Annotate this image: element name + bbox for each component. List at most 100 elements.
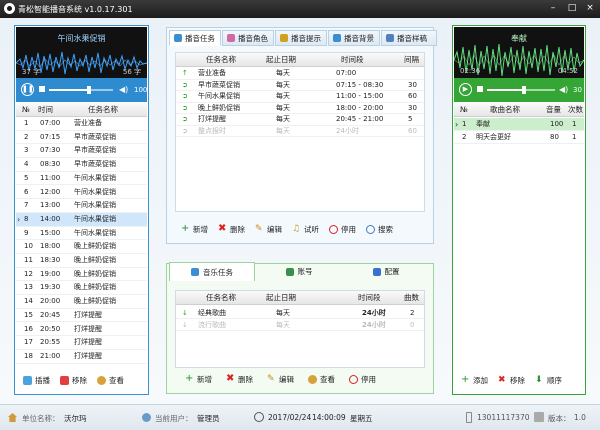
tab-icon: [386, 34, 394, 42]
schedule-row[interactable]: 11 18:30 晚上鲜奶促销: [16, 254, 147, 268]
tab-music-0[interactable]: 音乐任务: [169, 262, 255, 281]
schedule-row[interactable]: › 8 14:00 午间水果促销: [16, 212, 147, 227]
schedule-row[interactable]: 18 21:00 打烊提醒: [16, 350, 147, 364]
schedule-list: № 时间 任务名称 1 07:00 营业准备 2 07:15 早市蔬菜促销 3 07:30 早市…: [16, 103, 147, 366]
song-add-label: 添加: [473, 376, 488, 385]
tab-broadcast-2[interactable]: 播音提示: [275, 30, 327, 46]
schedule-row[interactable]: 7 13:00 午间水果促销: [16, 199, 147, 213]
tab-broadcast-0[interactable]: 播音任务: [169, 30, 221, 46]
play-icon[interactable]: ▶: [459, 83, 472, 96]
schedule-row[interactable]: 16 20:50 打烊提醒: [16, 323, 147, 337]
insert-button[interactable]: 插播: [23, 375, 50, 386]
arrow-down-icon: ↓: [182, 321, 188, 329]
row-time: 20:00: [40, 297, 61, 306]
stop-icon[interactable]: [39, 86, 45, 92]
song-remove-button[interactable]: ✖ 移除: [498, 375, 525, 386]
left-seek-handle[interactable]: [86, 86, 91, 94]
music-delete-button[interactable]: ✖ 删除: [226, 374, 253, 385]
music-row[interactable]: ↓ 流行歌曲 每天 24小时 0: [176, 319, 424, 331]
music-edit-button[interactable]: ✎ 编辑: [267, 374, 294, 385]
schedule-row[interactable]: 5 11:00 午间水果促销: [16, 172, 147, 186]
header-task-name: 任务名称: [206, 293, 236, 302]
broadcast-row[interactable]: ➲ 整点报时 每天 24小时 60: [176, 126, 424, 137]
song-row[interactable]: 2 明天会更好 80 1: [454, 131, 584, 144]
broadcast-search-button[interactable]: 搜索: [366, 224, 393, 235]
row-number: 4: [24, 160, 29, 169]
music-view-button[interactable]: 查看: [308, 374, 335, 385]
row-number: 15: [24, 310, 33, 319]
row-task-name: 打烊提醒: [74, 338, 102, 347]
tab-music-1[interactable]: 账号: [255, 262, 343, 281]
song-list: № 歌曲名称 音量 次数 › 1 奉献 100 1 2 明天会更好 80 1: [454, 103, 584, 366]
music-add-button[interactable]: + 新增: [185, 374, 212, 385]
schedule-row[interactable]: 1 07:00 营业准备: [16, 117, 147, 131]
stop-icon[interactable]: [477, 86, 483, 92]
broadcast-add-button[interactable]: + 新增: [181, 224, 208, 235]
tab-broadcast-4[interactable]: 播音样稿: [381, 30, 437, 46]
schedule-row[interactable]: 2 07:15 早市蔬菜促销: [16, 131, 147, 145]
tab-broadcast-3[interactable]: 播音背景: [328, 30, 380, 46]
pause-icon[interactable]: ❚❚: [21, 83, 34, 96]
broadcast-row[interactable]: ➲ 午间水果促销 每天 11:00 - 15:00 60: [176, 91, 424, 103]
row-interval: 5: [408, 115, 413, 123]
ear-icon: ♫: [292, 224, 301, 234]
delete-icon: ✖: [218, 223, 227, 234]
left-view-button[interactable]: 查看: [97, 375, 124, 386]
row-task-name: 打烊提醒: [74, 351, 102, 360]
row-task-name: 晚上鲜奶促销: [198, 103, 240, 112]
tab-broadcast-1[interactable]: 播音角色: [222, 30, 274, 46]
broadcast-disable-button[interactable]: 停用: [329, 224, 356, 235]
eye-icon: [308, 375, 317, 384]
song-row[interactable]: › 1 奉献 100 1: [454, 118, 584, 131]
minimize-button[interactable]: –: [546, 2, 560, 14]
broadcast-edit-button[interactable]: ✎ 编辑: [255, 224, 282, 235]
header-date: 起止日期: [266, 55, 296, 64]
right-seek-handle[interactable]: [521, 86, 526, 94]
tab-music-2[interactable]: 配置: [343, 262, 429, 281]
status-weekday: 星期五: [350, 414, 373, 423]
broadcast-row[interactable]: ➲ 打烊提醒 每天 20:45 - 21:00 5: [176, 114, 424, 126]
broadcast-delete-button[interactable]: ✖ 删除: [218, 224, 245, 235]
schedule-row[interactable]: 17 20:55 打烊提醒: [16, 336, 147, 350]
row-task-name: 早市蔬菜促销: [74, 160, 116, 169]
broadcast-row[interactable]: ↑ 营业准备 每天 07:00: [176, 68, 424, 80]
delete-icon: ✖: [226, 373, 235, 384]
status-icon: ➲: [182, 115, 188, 123]
row-time: 07:30: [40, 146, 61, 155]
schedule-row[interactable]: 9 15:00 午间水果促销: [16, 227, 147, 241]
volume-icon[interactable]: ◀): [119, 85, 128, 94]
schedule-row[interactable]: 13 19:30 晚上鲜奶促销: [16, 281, 147, 296]
app-title: 青松智能播音系统 v1.0.17.301: [18, 5, 133, 14]
row-task-name: 晚上鲜奶促销: [74, 283, 116, 292]
left-remove-button[interactable]: 移除: [60, 375, 87, 386]
status-icon: ➲: [182, 126, 188, 135]
maximize-button[interactable]: □: [565, 2, 579, 14]
schedule-row[interactable]: 3 07:30 早市蔬菜促销: [16, 144, 147, 159]
song-add-button[interactable]: + 添加: [461, 375, 488, 386]
row-number: 12: [24, 269, 33, 278]
music-row[interactable]: ↓ 经典歌曲 每天 24小时 2: [176, 307, 424, 319]
schedule-row[interactable]: 4 08:30 早市蔬菜促销: [16, 158, 147, 172]
broadcast-row[interactable]: ➲ 早市蔬菜促销 每天 07:15 - 08:30 30: [176, 80, 424, 91]
row-number: 5: [24, 173, 29, 182]
schedule-row[interactable]: 15 20:45 打烊提醒: [16, 309, 147, 323]
music-disable-button[interactable]: 停用: [349, 374, 376, 385]
schedule-row[interactable]: 14 20:00 晚上鲜奶促销: [16, 295, 147, 309]
song-order-button[interactable]: ⬇ 顺序: [535, 375, 562, 386]
close-button[interactable]: ×: [583, 2, 597, 14]
row-time: 19:30: [40, 283, 61, 292]
broadcast-row[interactable]: ➲ 晚上鲜奶促销 每天 18:00 - 20:00 30: [176, 103, 424, 114]
left-seek-fill: [49, 89, 89, 91]
right-seek-fill: [487, 89, 524, 91]
row-count: 1: [572, 133, 577, 141]
row-period: 18:00 - 20:00: [336, 103, 384, 112]
schedule-row[interactable]: 6 12:00 午间水果促销: [16, 186, 147, 200]
row-time: 08:30: [40, 160, 61, 169]
volume-icon[interactable]: ◀): [559, 85, 568, 94]
left-view-label: 查看: [109, 376, 124, 385]
broadcast-listen-button[interactable]: ♫ 试听: [292, 224, 319, 235]
header-period: 时间段: [358, 293, 381, 302]
schedule-row[interactable]: 12 19:00 晚上鲜奶促销: [16, 268, 147, 282]
schedule-row[interactable]: 10 18:00 晚上鲜奶促销: [16, 240, 147, 254]
row-time: 18:30: [40, 256, 61, 264]
